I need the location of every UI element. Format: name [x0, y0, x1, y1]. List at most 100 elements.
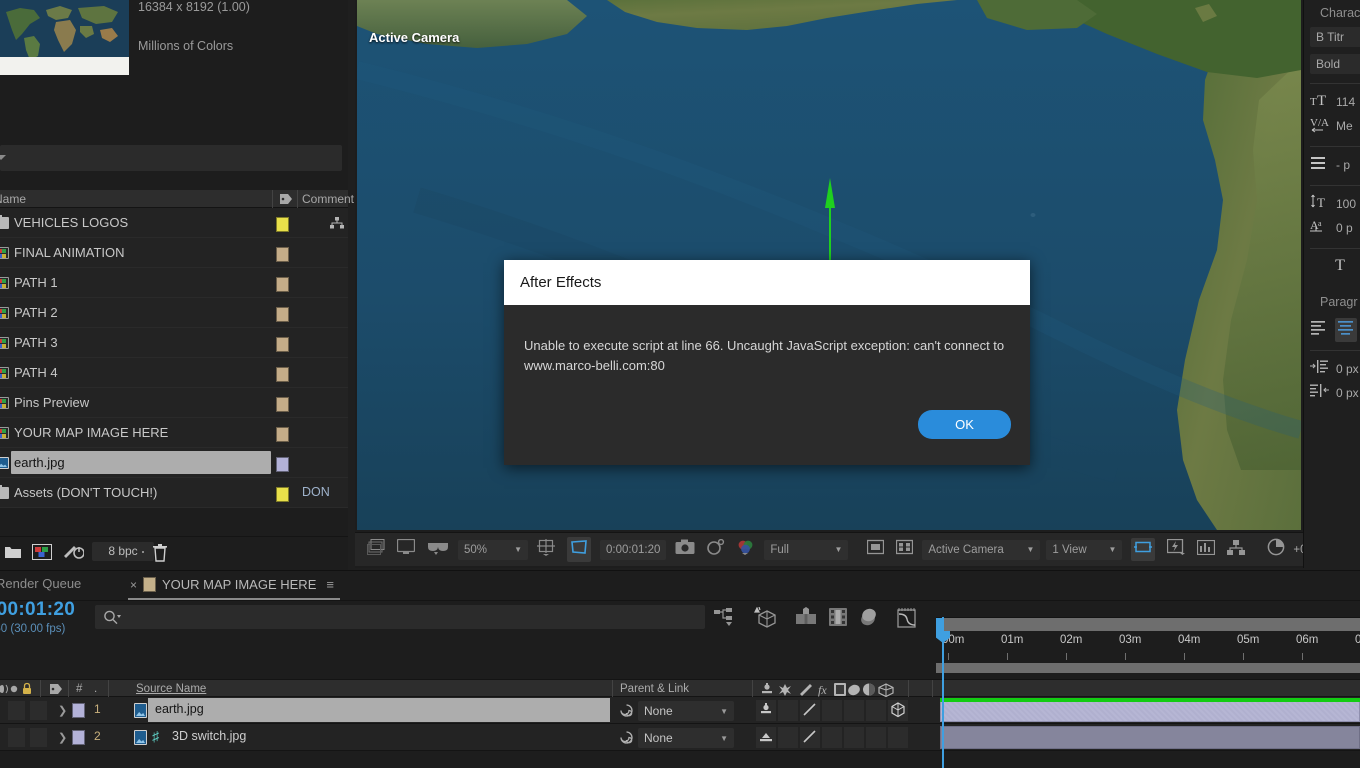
layer-label-swatch[interactable] [72, 703, 85, 718]
audio-toggle[interactable] [30, 701, 47, 720]
leading-row[interactable]: - p [1310, 154, 1360, 176]
main-viewer-icon[interactable] [396, 538, 416, 560]
snapshot-camera-icon[interactable] [675, 539, 695, 560]
exposure-icon[interactable] [1267, 538, 1285, 561]
project-item-row[interactable]: VEHICLES LOGOS [0, 208, 348, 238]
expand-chevron-icon[interactable]: ❯ [58, 704, 67, 717]
kerning-row[interactable]: V/A Me [1310, 115, 1360, 137]
parent-pickwhip-icon[interactable] [619, 730, 634, 750]
label-color-swatch[interactable] [276, 367, 289, 382]
viewer-timecode-display[interactable]: 0:00:01:20 [600, 539, 667, 560]
column-number-label[interactable]: # [76, 683, 82, 695]
time-ruler[interactable]: 00m 01m 02m 03m 04m 05m 06m 07 [936, 631, 1360, 663]
3d-layer-switch[interactable] [888, 700, 908, 721]
frame-blend-switch[interactable] [844, 700, 864, 721]
collapse-switch[interactable] [778, 727, 798, 748]
3d-renderer-icon[interactable] [754, 606, 778, 634]
shy-switch[interactable] [756, 700, 776, 721]
column-parent-link-label[interactable]: Parent & Link [620, 683, 689, 695]
project-item-row[interactable]: YOUR MAP IMAGE HERE [0, 418, 348, 448]
new-composition-icon[interactable] [32, 544, 52, 565]
label-color-swatch[interactable] [276, 307, 289, 322]
work-area-start-handle[interactable] [936, 618, 944, 632]
camera-view-select[interactable]: Active Camera ▼ [922, 539, 1041, 560]
project-item-row[interactable]: FINAL ANIMATION [0, 238, 348, 268]
motion-blur-switch[interactable] [866, 700, 886, 721]
label-color-swatch[interactable] [276, 427, 289, 442]
project-item-row[interactable]: PATH 3 [0, 328, 348, 358]
effects-switch[interactable] [822, 700, 842, 721]
delete-icon[interactable] [152, 544, 168, 567]
label-color-swatch[interactable] [276, 247, 289, 262]
font-size-row[interactable]: T T 114 [1310, 91, 1360, 113]
expand-chevron-icon[interactable]: ❯ [58, 731, 67, 744]
parent-pickwhip-icon[interactable] [619, 703, 634, 723]
motion-blur-switch[interactable] [866, 727, 886, 748]
align-center-icon[interactable] [1335, 318, 1357, 342]
transparency-grid-icon[interactable] [867, 539, 885, 560]
column-name-label[interactable]: Name [0, 192, 26, 206]
resolution-select[interactable]: Full ▼ [764, 539, 849, 560]
timeline-search-input[interactable] [95, 605, 705, 629]
panel-menu-icon[interactable]: ≡ [326, 577, 334, 592]
tab-active-composition[interactable]: × YOUR MAP IMAGE HERE ≡ [128, 571, 340, 600]
grid-guides-icon[interactable] [537, 538, 555, 561]
team-share-icon[interactable] [1227, 539, 1246, 560]
bit-depth-button[interactable]: 8 bpc [92, 542, 154, 561]
tab-render-queue[interactable]: Render Queue [0, 576, 81, 591]
font-family-select[interactable]: B Titr [1310, 27, 1360, 47]
parent-select[interactable]: None ▼ [638, 701, 734, 721]
timeline-nav-bar[interactable] [936, 663, 1360, 673]
show-snapshot-icon[interactable] [707, 538, 725, 560]
pixel-aspect-correction-icon[interactable] [1131, 538, 1156, 561]
region-of-interest-icon[interactable] [567, 537, 591, 562]
toggle-mask-icon[interactable] [896, 539, 914, 560]
layer-label-swatch[interactable] [72, 730, 85, 745]
label-color-swatch[interactable] [276, 337, 289, 352]
always-preview-icon[interactable] [367, 539, 385, 560]
layer-duration-bar[interactable] [940, 726, 1360, 749]
current-timecode[interactable]: :00:01:20 [0, 599, 75, 621]
work-area-bar[interactable] [936, 617, 1360, 632]
column-source-name-label[interactable]: Source Name [136, 683, 206, 695]
timeline-ruler-zone[interactable]: 00m 01m 02m 03m 04m 05m 06m 07 [936, 617, 1360, 768]
3d-glasses-icon[interactable] [427, 539, 449, 560]
project-search-input[interactable] [0, 145, 342, 171]
text-fill-swatch-label[interactable]: T [1310, 257, 1360, 275]
timeline-graph-icon[interactable] [1197, 539, 1216, 560]
baseline-shift-row[interactable]: A a 0 p [1310, 217, 1360, 239]
channel-rgb-icon[interactable] [737, 539, 755, 560]
timeline-layer-row[interactable]: ❯ 2 ♯ 3D switch.jpg None ▼ [0, 724, 1360, 751]
motion-blur-icon[interactable] [795, 607, 817, 630]
view-layout-select[interactable]: 1 View ▼ [1046, 539, 1123, 560]
new-folder-icon[interactable] [4, 544, 22, 564]
vertical-scale-row[interactable]: T 100 [1310, 193, 1360, 215]
video-toggle[interactable] [8, 701, 25, 720]
column-comment-label[interactable]: Comment [302, 192, 354, 206]
layer-hierarchy-icon[interactable] [714, 607, 736, 632]
frame-blending-icon[interactable] [828, 607, 848, 632]
frame-blend-switch[interactable] [844, 727, 864, 748]
shy-switch[interactable] [756, 727, 776, 748]
layer-stack-icon[interactable] [858, 607, 878, 632]
graph-editor-icon[interactable] [896, 607, 918, 634]
indent-left-row[interactable]: 0 px [1310, 358, 1360, 380]
label-color-swatch[interactable] [276, 487, 289, 502]
zoom-level-select[interactable]: 50% ▼ [458, 539, 528, 560]
align-left-icon[interactable] [1310, 320, 1332, 340]
project-item-row[interactable]: PATH 4 [0, 358, 348, 388]
audio-toggle[interactable] [30, 728, 47, 747]
3d-layer-switch[interactable] [888, 727, 908, 748]
label-color-swatch[interactable] [276, 397, 289, 412]
label-color-swatch[interactable] [276, 217, 289, 232]
dialog-ok-button[interactable]: OK [918, 410, 1011, 439]
quality-switch[interactable] [800, 700, 820, 721]
quality-switch[interactable] [800, 727, 820, 748]
font-style-select[interactable]: Bold [1310, 54, 1360, 74]
close-icon[interactable]: × [130, 578, 137, 592]
layer-duration-bar[interactable] [940, 699, 1360, 722]
parent-select[interactable]: None ▼ [638, 728, 734, 748]
indent-right-row[interactable]: 0 px [1310, 382, 1360, 404]
project-item-row[interactable]: Pins Preview [0, 388, 348, 418]
project-item-row[interactable]: earth.jpg [0, 448, 348, 478]
